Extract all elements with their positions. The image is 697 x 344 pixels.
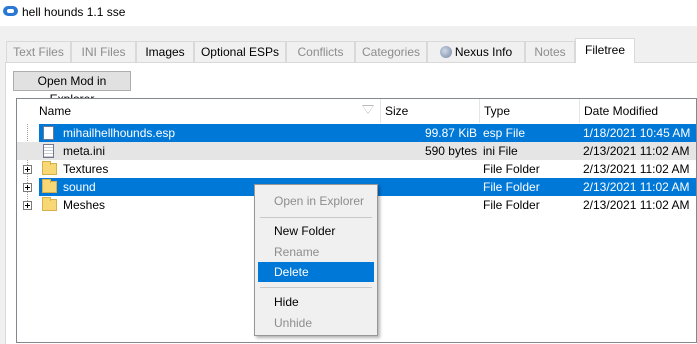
folder-icon [42, 179, 57, 193]
column-header-type[interactable]: Type [480, 99, 580, 123]
window-title: hell hounds 1.1 sse [22, 5, 126, 19]
row-date: 1/18/2021 10:45 AM [583, 126, 691, 140]
sort-descending-icon [362, 105, 374, 114]
esp-file-icon [43, 126, 54, 140]
menu-item-hide[interactable]: Hide [258, 292, 374, 312]
tab-text-files[interactable]: Text Files [6, 41, 71, 62]
mod-organizer-icon [3, 6, 18, 16]
menu-separator [260, 287, 372, 288]
menu-item-new-folder[interactable]: New Folder [258, 221, 374, 241]
row-type: esp File [483, 126, 526, 140]
tree-header: Name Size Type Date Modified [17, 99, 696, 123]
row-date: 2/13/2021 11:02 AM [583, 144, 690, 158]
title-bar: hell hounds 1.1 sse [0, 0, 697, 26]
row-type: ini File [483, 144, 518, 158]
column-header-name-label: Name [39, 104, 72, 118]
row-date: 2/13/2021 11:02 AM [583, 198, 690, 212]
tab-notes[interactable]: Notes [525, 41, 575, 62]
menu-separator [260, 217, 372, 218]
tab-images[interactable]: Images [136, 41, 194, 62]
tab-optional-esps[interactable]: Optional ESPs [194, 41, 286, 62]
expand-icon[interactable] [23, 183, 32, 192]
ini-file-icon [43, 144, 54, 158]
tab-nexus-info-label: Nexus Info [454, 45, 513, 59]
tab-conflicts[interactable]: Conflicts [286, 41, 355, 62]
folder-icon [42, 197, 57, 211]
row-size: 99.87 KiB [424, 126, 477, 140]
row-type: File Folder [483, 198, 540, 212]
tab-categories[interactable]: Categories [355, 41, 427, 62]
row-date: 2/13/2021 11:02 AM [583, 180, 690, 194]
open-mod-in-explorer-button[interactable]: Open Mod in Explorer [13, 71, 131, 106]
row-date: 2/13/2021 11:02 AM [583, 162, 690, 176]
row-name: meta.ini [63, 144, 106, 158]
row-name: sound [63, 180, 96, 194]
row-name: Textures [63, 162, 109, 176]
folder-icon [42, 161, 57, 175]
menu-item-open-in-explorer[interactable]: Open in Explorer [258, 191, 374, 211]
row-type: File Folder [483, 162, 540, 176]
column-header-size[interactable]: Size [381, 99, 480, 123]
expand-icon[interactable] [23, 165, 32, 174]
nexus-globe-icon [439, 46, 452, 58]
tab-ini-files[interactable]: INI Files [71, 41, 136, 62]
row-type: File Folder [483, 180, 540, 194]
menu-item-unhide[interactable]: Unhide [258, 313, 374, 333]
tab-filetree[interactable]: Filetree [575, 38, 635, 63]
menu-item-rename[interactable]: Rename [258, 242, 374, 262]
table-row[interactable]: Textures File Folder 2/13/2021 11:02 AM [17, 160, 696, 178]
context-menu: Open in Explorer New Folder Rename Delet… [254, 184, 378, 336]
column-header-date-modified[interactable]: Date Modified [580, 99, 696, 123]
menu-item-delete[interactable]: Delete [258, 262, 374, 282]
row-size: 590 bytes [424, 144, 477, 158]
table-row[interactable]: meta.ini 590 bytes ini File 2/13/2021 11… [17, 142, 696, 160]
row-name: Meshes [63, 198, 106, 212]
expand-icon[interactable] [23, 201, 32, 210]
column-header-name[interactable]: Name [17, 99, 381, 123]
tab-bar: Text Files INI Files Images Optional ESP… [6, 38, 696, 63]
table-row[interactable]: mihailhellhounds.esp 99.87 KiB esp File … [17, 124, 696, 142]
row-name: mihailhellhounds.esp [63, 126, 176, 140]
tab-nexus-info[interactable]: Nexus Info [427, 41, 525, 62]
